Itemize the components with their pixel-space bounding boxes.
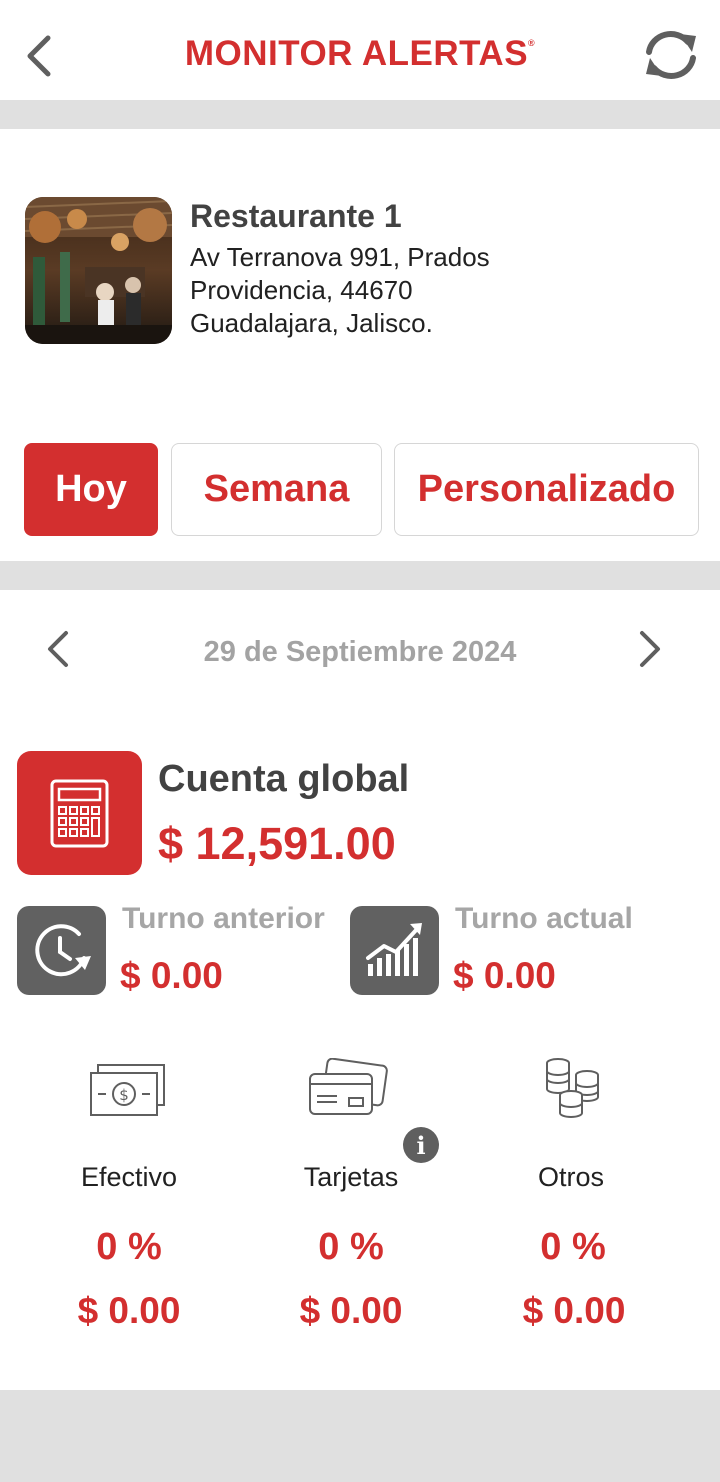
address-line: Av Terranova 991, Prados <box>190 242 490 272</box>
global-account-amount: $ 12,591.00 <box>158 818 396 869</box>
global-account-tile <box>17 751 142 875</box>
cash-label: Efectivo <box>80 1162 178 1192</box>
tab-personalizado[interactable]: Personalizado <box>394 443 699 536</box>
divider-band <box>0 100 720 129</box>
next-date-button[interactable] <box>626 625 670 673</box>
app-title: MONITOR ALERTAS <box>184 34 529 73</box>
cash-percent: 0 % <box>96 1226 162 1268</box>
cash-icon: $ <box>88 1062 168 1123</box>
cash-amount: $ 0.00 <box>77 1290 181 1331</box>
chevron-right-icon <box>640 631 660 667</box>
tab-semana[interactable]: Semana <box>171 443 382 536</box>
restaurant-photo <box>25 197 172 344</box>
previous-shift-amount: $ 0.00 <box>120 955 223 996</box>
bottom-band <box>0 1390 720 1482</box>
tab-hoy[interactable]: Hoy <box>24 443 158 536</box>
others-percent: 0 % <box>540 1226 606 1268</box>
current-shift-amount: $ 0.00 <box>453 955 556 996</box>
refresh-button[interactable] <box>636 26 706 84</box>
calculator-icon <box>50 779 109 848</box>
date-label: 29 de Septiembre 2024 <box>203 636 517 668</box>
previous-shift-title: Turno anterior <box>122 902 325 935</box>
cards-icon <box>307 1057 389 1125</box>
cards-amount: $ 0.00 <box>299 1290 403 1331</box>
current-shift-title: Turno actual <box>455 902 633 935</box>
svg-text:$: $ <box>119 1086 129 1104</box>
trending-chart-icon <box>366 923 422 976</box>
trademark-symbol: ® <box>528 38 536 48</box>
others-amount: $ 0.00 <box>522 1290 626 1331</box>
restaurant-address: Av Terranova 991, Prados Providencia, 44… <box>190 241 630 340</box>
cards-label: Tarjetas <box>303 1162 399 1192</box>
cards-percent: 0 % <box>318 1226 384 1268</box>
cards-info-button[interactable]: i <box>403 1127 439 1163</box>
current-shift-tile <box>350 906 439 995</box>
refresh-icon <box>646 31 696 79</box>
coins-icon <box>543 1055 603 1126</box>
address-line: Guadalajara, Jalisco. <box>190 308 433 338</box>
app-header: MONITOR ALERTAS® <box>0 0 720 100</box>
address-line: Providencia, 44670 <box>190 275 413 305</box>
previous-shift-tile <box>17 906 106 995</box>
global-account-title: Cuenta global <box>158 758 410 800</box>
info-icon: i <box>416 1130 426 1160</box>
app-logo: MONITOR ALERTAS® <box>0 34 720 74</box>
divider-band <box>0 561 720 590</box>
clock-history-icon <box>35 924 91 977</box>
others-label: Otros <box>537 1162 604 1192</box>
restaurant-name: Restaurante 1 <box>190 198 402 234</box>
